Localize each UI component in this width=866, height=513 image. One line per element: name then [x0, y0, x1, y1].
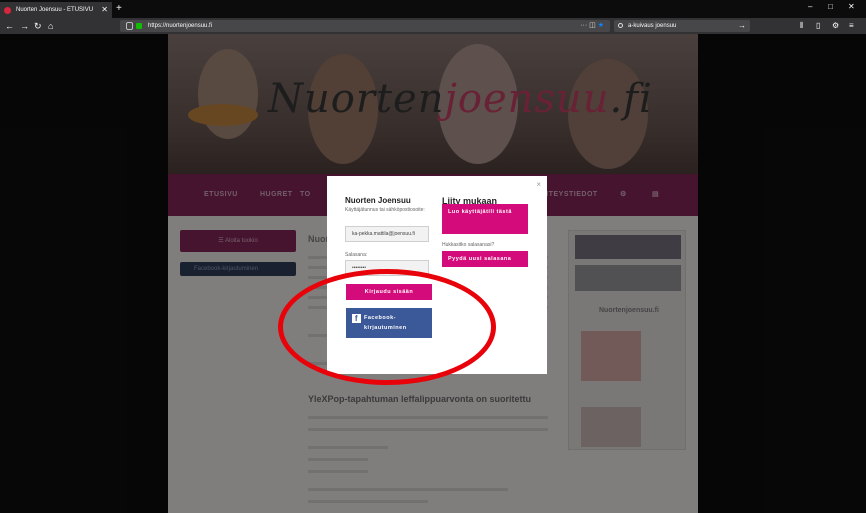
forgot-password-text: Hukkasitko salasanasi? [442, 242, 495, 248]
reset-password-button[interactable]: Pyydä uusi salasana [442, 251, 528, 267]
pocket-icon[interactable]: ◫ [589, 22, 598, 29]
extension-icon[interactable]: ⚙ [832, 19, 839, 33]
sidebar-icon[interactable]: ▯ [816, 19, 820, 33]
more-icon[interactable]: ··· [580, 22, 589, 29]
reload-icon[interactable]: ↻ [34, 19, 42, 33]
tab-bar: Nuorten Joensuu - ETUSIVU ✕ + – □ ✕ [0, 0, 866, 18]
lock-icon[interactable] [136, 23, 142, 29]
home-icon[interactable]: ⌂ [48, 19, 53, 33]
tab-active[interactable]: Nuorten Joensuu - ETUSIVU ✕ [0, 2, 112, 18]
password-label: Salasana: [345, 252, 368, 258]
site-favicon-icon [4, 7, 11, 14]
url-text: https://nuortenjoensuu.fi [148, 23, 213, 29]
page-viewport: Nuortenjoensuu.fi ETUSIVU HUGRET TO YHTE… [0, 34, 866, 513]
forward-icon[interactable]: → [20, 19, 29, 33]
search-icon [618, 23, 623, 28]
search-go-icon[interactable]: → [738, 20, 746, 32]
bookmark-star-icon[interactable]: ★ [598, 22, 604, 29]
username-label: Käyttäjätunnus tai sähköpostiosoite: [345, 207, 425, 213]
library-icon[interactable]: ⫴ [800, 19, 803, 33]
menu-icon[interactable]: ≡ [849, 19, 854, 33]
close-icon[interactable]: × [536, 180, 541, 189]
close-tab-icon[interactable]: ✕ [101, 2, 108, 18]
minimize-icon[interactable]: – [808, 2, 812, 11]
page-actions[interactable]: ··· ◫ ★ [580, 20, 604, 32]
new-tab-button[interactable]: + [116, 2, 122, 16]
tracking-shield-icon[interactable] [126, 22, 133, 30]
navigation-bar: ← → ↻ ⌂ https://nuortenjoensuu.fi ··· ◫ … [0, 18, 866, 34]
close-window-icon[interactable]: ✕ [848, 2, 855, 11]
maximize-icon[interactable]: □ [828, 2, 833, 11]
back-icon[interactable]: ← [5, 19, 14, 33]
highlight-ellipse [278, 269, 496, 385]
url-bar[interactable]: https://nuortenjoensuu.fi ··· ◫ ★ [120, 20, 610, 32]
email-field[interactable]: ka-pekka.mattila@joensuu.fi [345, 226, 429, 242]
create-account-button[interactable]: Luo käyttäjätili tästä [442, 204, 528, 234]
tab-title: Nuorten Joensuu - ETUSIVU [16, 7, 94, 13]
login-title: Nuorten Joensuu [345, 196, 411, 205]
search-value: a-kuivaus joensuu [628, 23, 677, 29]
search-input[interactable]: a-kuivaus joensuu → [614, 20, 750, 32]
